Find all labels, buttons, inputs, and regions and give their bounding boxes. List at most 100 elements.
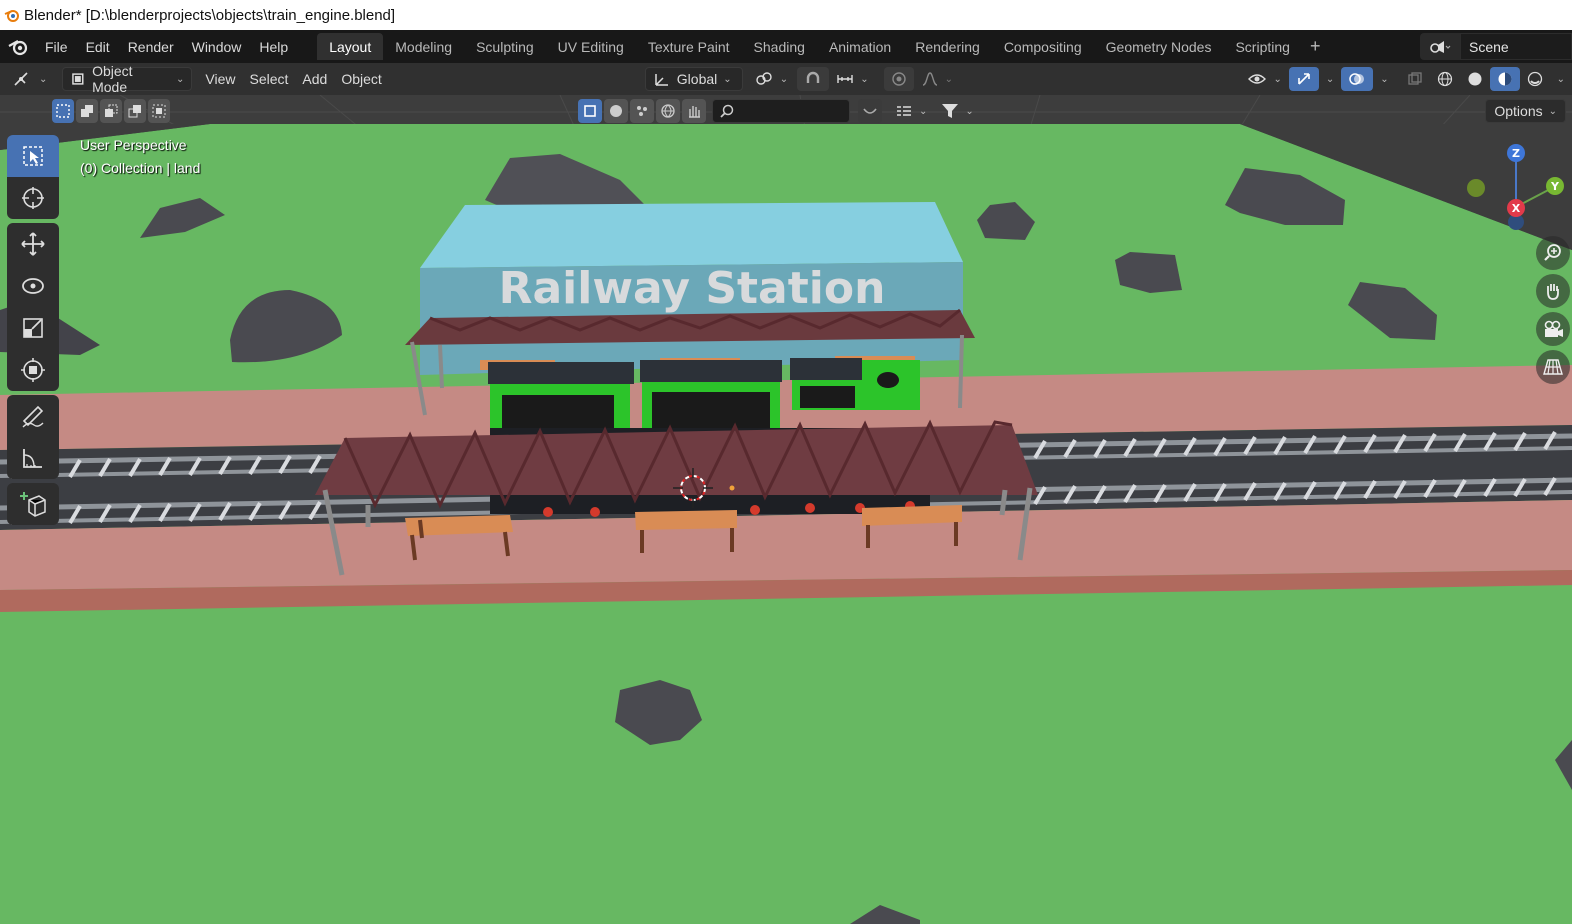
workspace-tabs: Layout Modeling Sculpting UV Editing Tex… xyxy=(317,33,1328,60)
mode-label: Object Mode xyxy=(92,63,133,95)
scene-icon[interactable] xyxy=(1420,33,1460,60)
menu-render[interactable]: Render xyxy=(119,34,183,60)
proportional-edit-icon xyxy=(891,72,906,86)
scene-render: Railway Station xyxy=(0,95,1572,924)
tool-move[interactable] xyxy=(7,223,59,265)
options-label: Options xyxy=(1494,103,1543,119)
particles-filter-icon xyxy=(637,106,647,116)
toggle-perspective-button[interactable] xyxy=(1536,350,1570,384)
left-toolbar xyxy=(6,135,60,525)
tab-compositing[interactable]: Compositing xyxy=(992,33,1094,60)
overlays-toggle[interactable] xyxy=(1341,67,1374,91)
select-invert-button[interactable] xyxy=(124,99,146,123)
overlays-icon xyxy=(1349,73,1365,85)
menu-window[interactable]: Window xyxy=(183,34,251,60)
orientation-label: Global xyxy=(676,71,718,87)
filter-mesh-button[interactable] xyxy=(578,99,602,123)
navigation-gizmo[interactable]: Z Y X xyxy=(1458,137,1572,237)
eye-icon xyxy=(1248,74,1267,84)
tab-animation[interactable]: Animation xyxy=(817,33,903,60)
tool-measure[interactable] xyxy=(7,437,59,479)
rotate-icon xyxy=(22,278,44,294)
filter-material-button[interactable] xyxy=(604,99,628,123)
gizmo-dropdown[interactable]: ⌄ xyxy=(1319,67,1341,91)
visibility-button[interactable]: ⌄ xyxy=(1240,67,1288,91)
xray-toggle[interactable] xyxy=(1400,67,1430,91)
shading-dropdown[interactable]: ⌄ xyxy=(1550,67,1572,91)
select-extend-button[interactable] xyxy=(76,99,98,123)
search-input[interactable] xyxy=(712,99,850,123)
viewport-display-controls: ⌄ ⌄ ⌄ ⌄ xyxy=(1240,67,1572,91)
mode-dropdown[interactable]: Object Mode ⌄ xyxy=(62,63,193,95)
search-icon xyxy=(720,104,734,118)
shading-material-button[interactable] xyxy=(1489,67,1520,91)
tab-rendering[interactable]: Rendering xyxy=(903,33,992,60)
tool-cursor[interactable] xyxy=(7,177,59,219)
snap-target-button[interactable]: ⌄ xyxy=(829,67,875,91)
menu-view[interactable]: View xyxy=(198,67,242,91)
options-dropdown[interactable]: Options ⌄ xyxy=(1485,99,1566,123)
overlays-dropdown[interactable]: ⌄ xyxy=(1373,67,1395,91)
select-box-icon xyxy=(23,146,43,166)
display-options-button[interactable]: ⌄ xyxy=(888,99,934,123)
select-intersect-button[interactable] xyxy=(148,99,170,123)
select-invert-icon xyxy=(128,105,141,118)
snap-toggle[interactable] xyxy=(797,67,830,91)
editor-type-button[interactable]: ⌄ xyxy=(6,67,54,91)
material-filter-icon xyxy=(610,105,622,117)
tool-rotate[interactable] xyxy=(7,265,59,307)
tab-shading[interactable]: Shading xyxy=(742,33,817,60)
tool-add-cube[interactable] xyxy=(7,483,59,525)
pan-button[interactable] xyxy=(1536,274,1570,308)
shading-rendered-button[interactable] xyxy=(1520,67,1550,91)
tab-scripting[interactable]: Scripting xyxy=(1223,33,1301,60)
gizmo-z-label: Z xyxy=(1512,147,1520,160)
shading-solid-button[interactable] xyxy=(1460,67,1490,91)
station-sign: Railway Station xyxy=(499,263,886,314)
proportional-edit-toggle[interactable] xyxy=(883,67,914,91)
select-intersect-icon xyxy=(152,104,166,118)
tool-scale[interactable] xyxy=(7,307,59,349)
menu-select[interactable]: Select xyxy=(242,67,295,91)
select-new-icon xyxy=(56,104,70,118)
select-new-button[interactable] xyxy=(52,99,74,123)
scene-selector: Scene xyxy=(1420,33,1572,60)
filter-hand-button[interactable] xyxy=(682,99,706,123)
blender-menu-icon[interactable] xyxy=(0,30,36,63)
camera-view-button[interactable] xyxy=(1536,312,1570,346)
gizmo-x-label: X xyxy=(1512,202,1521,215)
transform-icon xyxy=(21,358,45,382)
scene-name-field[interactable]: Scene xyxy=(1460,33,1572,60)
gizmo-toggle[interactable] xyxy=(1288,67,1319,91)
link-toggle[interactable] xyxy=(858,99,882,123)
filter-world-button[interactable] xyxy=(656,99,680,123)
zoom-button[interactable] xyxy=(1536,236,1570,270)
transform-orientation-dropdown[interactable]: Global ⌄ xyxy=(644,67,743,91)
tab-sculpting[interactable]: Sculpting xyxy=(464,33,546,60)
menu-add[interactable]: Add xyxy=(295,67,334,91)
collection-label: (0) Collection | land xyxy=(80,160,201,176)
filter-particles-button[interactable] xyxy=(630,99,654,123)
menu-help[interactable]: Help xyxy=(250,34,297,60)
tab-layout[interactable]: Layout xyxy=(317,33,384,60)
tool-annotate[interactable] xyxy=(7,395,59,437)
menu-edit[interactable]: Edit xyxy=(77,34,119,60)
tool-transform[interactable] xyxy=(7,349,59,391)
3d-viewport[interactable]: Railway Station ⌄ ⌄ User Perspective (0)… xyxy=(0,95,1572,924)
tool-select-box[interactable] xyxy=(7,135,59,177)
menu-file[interactable]: File xyxy=(36,34,77,60)
pivot-point-button[interactable]: ⌄ xyxy=(747,67,795,91)
filter-button[interactable]: ⌄ xyxy=(934,99,980,123)
add-workspace-icon[interactable]: + xyxy=(1302,36,1329,57)
gizmo-neg-y-icon[interactable] xyxy=(1467,179,1485,197)
tab-texture-paint[interactable]: Texture Paint xyxy=(636,33,742,60)
scale-icon xyxy=(23,318,43,338)
top-menu-bar: File Edit Render Window Help Layout Mode… xyxy=(0,30,1572,63)
tab-uv-editing[interactable]: UV Editing xyxy=(546,33,636,60)
menu-object[interactable]: Object xyxy=(334,67,388,91)
select-subtract-button[interactable] xyxy=(100,99,122,123)
tab-modeling[interactable]: Modeling xyxy=(383,33,464,60)
proportional-falloff-button[interactable]: ⌄ xyxy=(914,67,960,91)
tab-geometry-nodes[interactable]: Geometry Nodes xyxy=(1094,33,1224,60)
shading-wireframe-button[interactable] xyxy=(1430,67,1460,91)
